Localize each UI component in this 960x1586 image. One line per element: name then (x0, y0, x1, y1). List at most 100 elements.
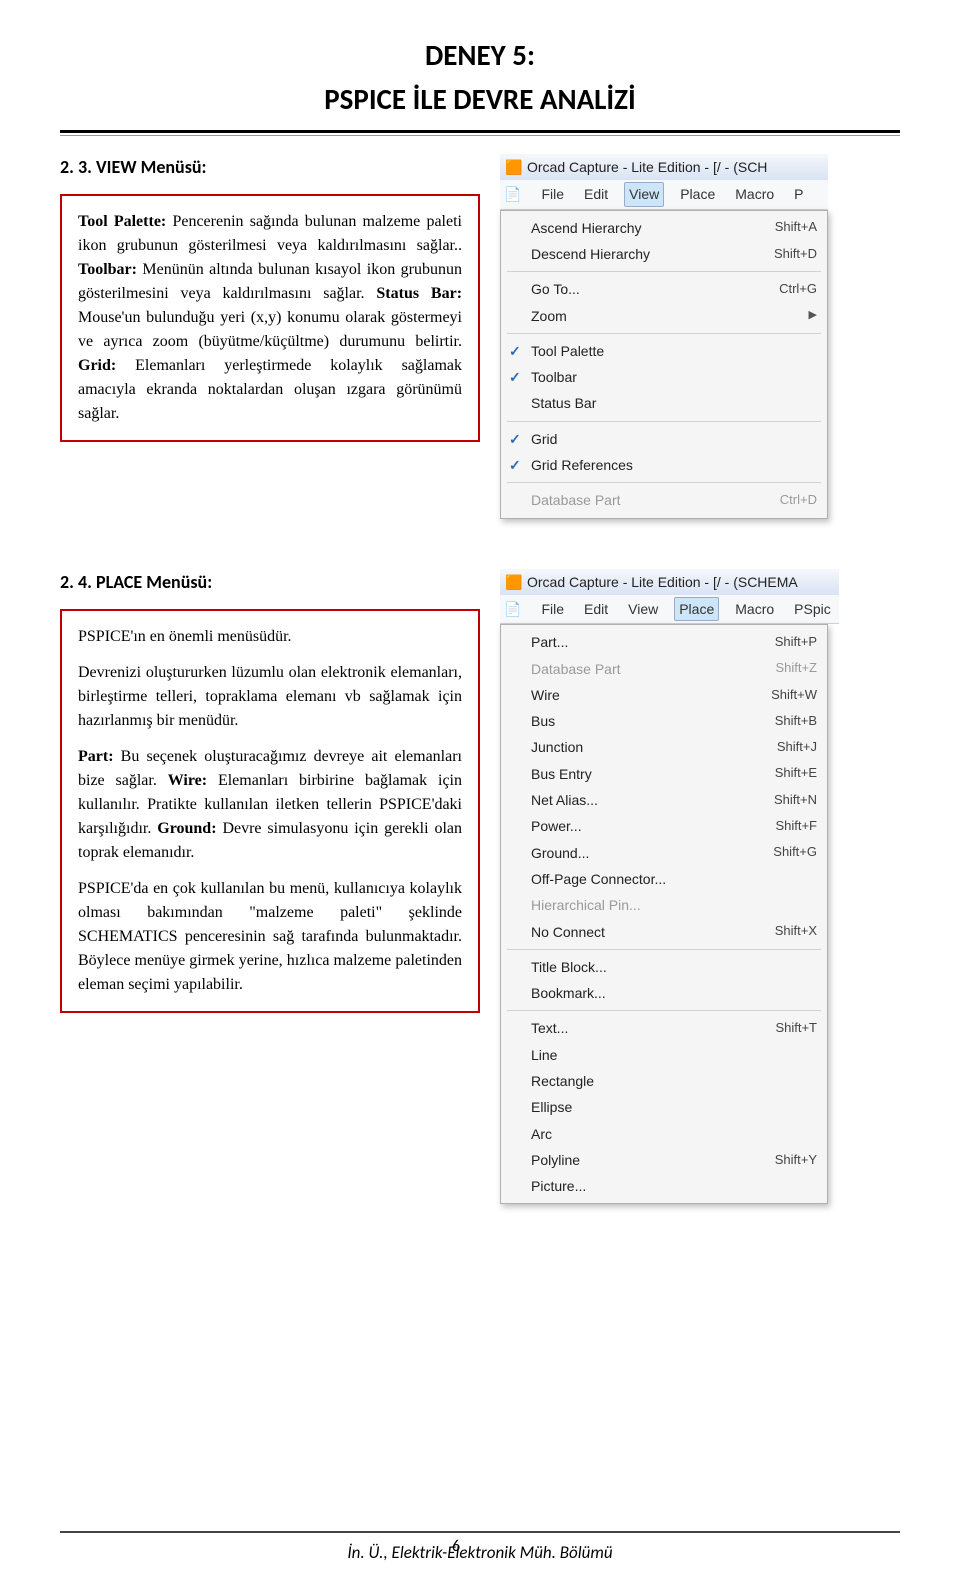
menu-view[interactable]: View (624, 182, 664, 206)
menu-place[interactable]: Place (674, 597, 719, 621)
menu-item-net-alias[interactable]: Net Alias...Shift+N (501, 787, 827, 813)
menu-macro[interactable]: Macro (731, 183, 778, 205)
menu-item-label: Grid References (531, 455, 817, 475)
menu-shortcut: Ctrl+D (780, 491, 817, 510)
menu-item-ellipse[interactable]: Ellipse (501, 1094, 827, 1120)
menu-shortcut: Shift+G (773, 843, 817, 862)
menu-item-hierarchical-pin: Hierarchical Pin... (501, 892, 827, 918)
menu-item-label: Title Block... (531, 957, 817, 977)
menu-item-status-bar[interactable]: Status Bar (501, 390, 827, 416)
menu-place[interactable]: Place (676, 183, 719, 205)
menu-item-grid[interactable]: ✓Grid (501, 426, 827, 452)
check-icon: ✓ (509, 367, 521, 387)
menu-p[interactable]: P (790, 183, 807, 205)
menu-item-zoom[interactable]: Zoom ▶ (501, 303, 827, 329)
menu-item-label: Go To... (531, 279, 759, 299)
menu-item-label: Descend Hierarchy (531, 244, 754, 264)
menu-item-label: Zoom (531, 306, 789, 326)
menu-item-label: No Connect (531, 922, 755, 942)
menu-macro[interactable]: Macro (731, 598, 778, 620)
menu-shortcut: Shift+E (775, 764, 817, 783)
menu-item-label: Junction (531, 737, 757, 757)
window-titlebar: 🟧 Orcad Capture - Lite Edition - [/ - (S… (500, 154, 828, 180)
menu-pspic[interactable]: PSpic (790, 598, 835, 620)
menu-file[interactable]: File (537, 183, 568, 205)
place-p2: Devrenizi oluştururken lüzumlu olan elek… (78, 661, 462, 733)
menubar-2: 📄 File Edit View Place Macro PSpic (500, 595, 839, 624)
menu-shortcut: Shift+T (775, 1019, 817, 1038)
menu-item-label: Arc (531, 1124, 817, 1144)
menu-separator (507, 482, 821, 483)
page-number: 6 (452, 1535, 460, 1558)
menu-shortcut: Shift+X (775, 922, 817, 941)
place-menu-screenshot: 🟧 Orcad Capture - Lite Edition - [/ - (S… (500, 569, 839, 1205)
menu-item-label: Text... (531, 1018, 755, 1038)
check-icon: ✓ (509, 455, 521, 475)
menu-edit[interactable]: Edit (580, 183, 612, 205)
menu-item-ground[interactable]: Ground... Shift+G (501, 840, 827, 866)
menu-item-descend-hierarchy[interactable]: Descend Hierarchy Shift+D (501, 241, 827, 267)
menu-item-line[interactable]: Line (501, 1042, 827, 1068)
menu-shortcut: Shift+D (774, 245, 817, 264)
menu-item-label: Net Alias... (531, 790, 754, 810)
menu-item-arc[interactable]: Arc (501, 1121, 827, 1147)
app-icon: 🟧 (506, 159, 522, 175)
menu-item-label: Picture... (531, 1176, 817, 1196)
menu-shortcut: Shift+W (771, 686, 817, 705)
document-icon: 📄 (504, 184, 521, 204)
menu-view[interactable]: View (624, 598, 662, 620)
place-description-box: PSPICE'ın en önemli menüsüdür. Devrenizi… (60, 609, 480, 1013)
menu-item-label: Status Bar (531, 393, 817, 413)
menu-item-bus-entry[interactable]: Bus Entry Shift+E (501, 761, 827, 787)
menu-item-wire[interactable]: Wire Shift+W (501, 682, 827, 708)
menu-item-label: Ascend Hierarchy (531, 218, 755, 238)
doc-title: DENEY 5: (60, 34, 900, 76)
toolbar-term: Toolbar: (78, 261, 137, 278)
menu-item-label: Bus Entry (531, 764, 755, 784)
menu-item-no-connect[interactable]: No Connect Shift+X (501, 919, 827, 945)
menu-file[interactable]: File (537, 598, 568, 620)
view-dropdown-menu: Ascend HierarchyShift+ADescend Hierarchy… (500, 210, 828, 519)
menu-item-tool-palette[interactable]: ✓Tool Palette (501, 338, 827, 364)
menu-item-label: Bookmark... (531, 983, 817, 1003)
menu-item-label: Ground... (531, 843, 753, 863)
page-footer: 6 İn. Ü., Elektrik-Elektronik Müh. Bölüm… (0, 1531, 960, 1566)
submenu-arrow-icon: ▶ (809, 308, 817, 324)
menu-item-power[interactable]: Power...Shift+F (501, 813, 827, 839)
menu-item-label: Wire (531, 685, 751, 705)
menu-item-off-page-connector[interactable]: Off-Page Connector... (501, 866, 827, 892)
menu-item-label: Database Part (531, 659, 755, 679)
menu-item-junction[interactable]: JunctionShift+J (501, 734, 827, 760)
menu-item-label: Ellipse (531, 1097, 817, 1117)
footer-rule (60, 1531, 900, 1533)
menu-item-go-to[interactable]: Go To...Ctrl+G (501, 276, 827, 302)
place-section-heading: 2. 4. PLACE Menüsü: (60, 569, 480, 595)
ground-term: Ground: (157, 820, 216, 837)
menu-item-part[interactable]: Part...Shift+P (501, 629, 827, 655)
menu-item-title-block[interactable]: Title Block... (501, 954, 827, 980)
menu-item-label: Part... (531, 632, 755, 652)
menu-item-grid-references[interactable]: ✓ Grid References (501, 452, 827, 478)
menu-item-label: Bus (531, 711, 755, 731)
menu-edit[interactable]: Edit (580, 598, 612, 620)
menu-item-label: Database Part (531, 490, 760, 510)
menu-item-polyline[interactable]: PolylineShift+Y (501, 1147, 827, 1173)
menu-item-text[interactable]: Text... Shift+T (501, 1015, 827, 1041)
menu-item-bookmark[interactable]: Bookmark... (501, 980, 827, 1006)
document-icon: 📄 (504, 599, 521, 619)
menu-separator (507, 421, 821, 422)
app-icon: 🟧 (506, 574, 522, 590)
place-p4: PSPICE'da en çok kullanılan bu menü, kul… (78, 877, 462, 997)
tool-palette-term: Tool Palette: (78, 213, 166, 230)
menu-item-ascend-hierarchy[interactable]: Ascend HierarchyShift+A (501, 215, 827, 241)
menu-item-rectangle[interactable]: Rectangle (501, 1068, 827, 1094)
menubar: 📄 File Edit View Place Macro P (500, 180, 828, 209)
menu-item-label: Hierarchical Pin... (531, 895, 817, 915)
part-term: Part: (78, 748, 114, 765)
menu-item-toolbar[interactable]: ✓ Toolbar (501, 364, 827, 390)
menu-item-label: Polyline (531, 1150, 755, 1170)
menu-item-bus[interactable]: BusShift+B (501, 708, 827, 734)
menu-item-picture[interactable]: Picture... (501, 1173, 827, 1199)
menu-item-label: Toolbar (531, 367, 817, 387)
window-titlebar-2: 🟧 Orcad Capture - Lite Edition - [/ - (S… (500, 569, 839, 595)
